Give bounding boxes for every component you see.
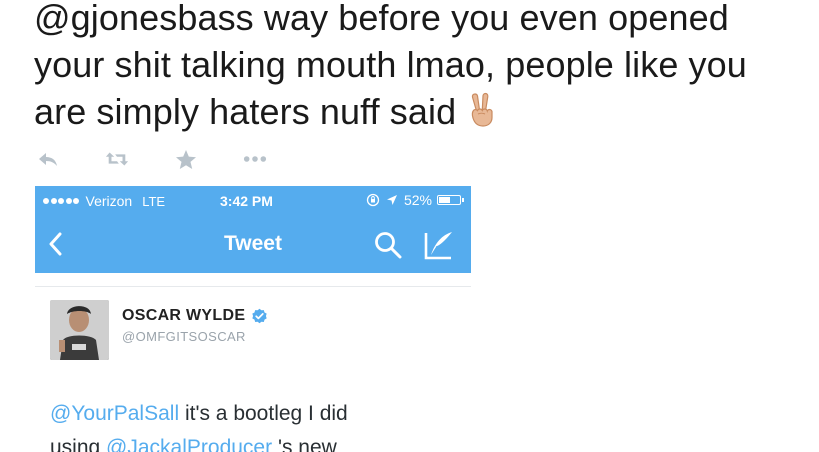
favorite-star-icon[interactable] xyxy=(174,147,198,171)
signal-dots-icon xyxy=(43,198,81,204)
author-name-text: OSCAR WYLDE xyxy=(122,307,246,324)
carrier-name: Verizon xyxy=(85,193,133,209)
verified-badge-icon xyxy=(252,308,267,323)
embedded-tweet-line-2: using @JackalProducer 's new xyxy=(50,431,348,452)
divider xyxy=(35,273,471,287)
tweet-text-line-3: are simply haters nuff said xyxy=(34,88,814,135)
reply-icon[interactable] xyxy=(36,147,60,171)
victory-hand-emoji-icon xyxy=(471,92,493,127)
embedded-tweet-line-1: @YourPalSall it's a bootleg I did xyxy=(50,397,348,431)
avatar[interactable] xyxy=(50,300,109,360)
status-bar: Verizon LTE 3:42 PM 52% xyxy=(35,186,471,216)
tweet-text: @gjonesbass way before you even opened y… xyxy=(34,0,814,135)
more-dots-icon[interactable] xyxy=(243,147,267,171)
battery-icon xyxy=(437,195,464,205)
embedded-screenshot: Verizon LTE 3:42 PM 52% Tweet OSCAR WYLD… xyxy=(35,186,471,452)
location-arrow-icon xyxy=(386,195,397,205)
search-icon[interactable] xyxy=(373,230,403,260)
nav-bar: Tweet xyxy=(35,216,471,273)
network-type: LTE xyxy=(142,193,166,209)
embedded-tweet-text: @YourPalSall it's a bootleg I did using … xyxy=(50,397,348,452)
tweet-text-line-2: your shit talking mouth lmao, people lik… xyxy=(34,44,747,85)
tweet-text-line-1: @gjonesbass way before you even opened xyxy=(34,0,729,38)
embedded-text: using xyxy=(50,436,107,452)
status-right: 52% xyxy=(366,192,464,208)
battery-percent: 52% xyxy=(403,192,432,208)
embedded-text: 's new xyxy=(272,436,337,452)
carrier-info: Verizon LTE xyxy=(43,193,165,209)
status-time: 3:42 PM xyxy=(220,193,273,209)
rotation-lock-icon xyxy=(366,193,380,207)
embedded-text: it's a bootleg I did xyxy=(179,402,348,425)
mention-link[interactable]: @YourPalSall xyxy=(50,402,179,425)
compose-tweet-icon[interactable] xyxy=(423,229,455,261)
author-handle[interactable]: @OMFGITSOSCAR xyxy=(122,329,246,344)
embedded-tweet: OSCAR WYLDE @OMFGITSOSCAR @YourPalSall i… xyxy=(35,287,471,452)
mention-link[interactable]: @JackalProducer xyxy=(106,436,272,452)
author-name[interactable]: OSCAR WYLDE xyxy=(122,307,268,325)
tweet-actions xyxy=(36,146,267,172)
nav-title: Tweet xyxy=(224,232,282,255)
tweet-text-line-3-text: are simply haters nuff said xyxy=(34,91,457,132)
retweet-icon[interactable] xyxy=(105,147,129,171)
